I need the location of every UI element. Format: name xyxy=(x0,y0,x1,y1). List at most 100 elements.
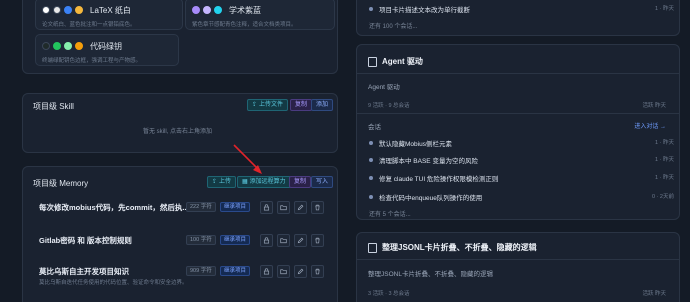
agent-meta: 9 活跃 · 9 总会话 xyxy=(368,103,410,109)
json-card-description: 整理JSONL卡片折叠、不折叠、隐藏的逻辑 xyxy=(368,271,493,278)
lock-button[interactable] xyxy=(260,234,273,247)
compute-icon: ▦ xyxy=(242,179,248,185)
upload-button[interactable]: ⇪ 上传 xyxy=(207,176,237,188)
memory-item-title: 莫比乌斯自主开发项目知识 xyxy=(39,267,129,276)
json-card-meta-right: 活跃 昨天 xyxy=(642,291,666,297)
edit-icon xyxy=(297,237,304,244)
sessions-label: 会话 xyxy=(368,124,381,131)
red-arrow-annotation xyxy=(233,144,262,174)
delete-button[interactable] xyxy=(311,234,324,247)
session-title: 检查代码中enqueue队列操作的使用 xyxy=(379,195,483,202)
session-dot xyxy=(369,141,373,145)
agent-meta-right: 活跃 昨天 xyxy=(642,103,666,109)
color-swatch xyxy=(75,6,83,14)
folder-button[interactable] xyxy=(277,265,290,278)
lock-button[interactable] xyxy=(260,265,273,278)
more-sessions[interactable]: 还有 5 个会话... xyxy=(369,209,411,218)
session-time: 0 · 2天前 xyxy=(651,194,674,200)
inherit-project-badge: 继承项目 xyxy=(220,235,251,245)
lock-icon xyxy=(263,204,270,211)
theme-card-code-green[interactable]: 代码绿钥 终端绿配钥色边框，强调工程与产物感。 xyxy=(35,34,179,66)
history-panel: 项目卡片描述文本改为单行截断 1 · 昨天 还有 100 个会话... xyxy=(356,0,680,36)
session-dot xyxy=(369,158,373,162)
session-item[interactable]: 项目卡片描述文本改为单行截断 1 · 昨天 xyxy=(369,4,674,16)
memory-panel: 项目级 Memory ⇪ 上传 ▦ 添加远程算力 复制 写入 每次修改mobius代… xyxy=(22,144,338,302)
session-item[interactable]: 默认隐藏Mobius侧栏元素 1 · 昨天 xyxy=(369,138,674,150)
session-time: 1 · 昨天 xyxy=(655,6,674,12)
write-button[interactable]: 写入 xyxy=(311,176,334,188)
agent-description: Agent 驱动 xyxy=(368,84,400,91)
color-swatch xyxy=(42,6,50,14)
delete-button[interactable] xyxy=(311,265,324,278)
char-count-badge: 100 字符 xyxy=(186,235,216,245)
color-swatch xyxy=(75,42,83,50)
theme-panel: LaTeX 纸白 论文纸白、蓝色批注和一点银铅底色。 学术紫蓝 紫色章节感配青色… xyxy=(22,0,338,74)
session-time: 1 · 昨天 xyxy=(655,175,674,181)
edit-button[interactable] xyxy=(294,234,307,247)
edit-icon xyxy=(297,268,304,275)
theme-card-latex[interactable]: LaTeX 纸白 论文纸白、蓝色批注和一点银铅底色。 xyxy=(35,0,183,30)
theme-card-academic[interactable]: 学术紫蓝 紫色章节感配青色注释，适合文档类项目。 xyxy=(185,0,335,30)
delete-icon xyxy=(315,237,320,244)
folder-icon xyxy=(280,269,287,275)
memory-item-description: 莫比乌斯自迭代任务使用的代码位置、验证命令和安全边界。 xyxy=(39,280,188,286)
copy-button[interactable]: 复制 xyxy=(290,99,313,111)
color-swatch xyxy=(53,42,61,50)
document-icon xyxy=(368,243,377,253)
session-dot xyxy=(369,176,373,180)
color-swatch xyxy=(214,6,222,14)
theme-description: 紫色章节感配青色注释，适合文档类项目。 xyxy=(192,22,297,28)
theme-name: LaTeX 纸白 xyxy=(90,5,131,15)
document-icon xyxy=(368,57,377,67)
folder-icon xyxy=(280,238,287,244)
edit-button[interactable] xyxy=(294,265,307,278)
upload-file-button[interactable]: ⇪ 上传文件 xyxy=(247,99,289,111)
session-title: 项目卡片描述文本改为单行截断 xyxy=(379,7,470,14)
add-remote-compute-button[interactable]: ▦ 添加远程算力 xyxy=(237,176,291,188)
session-title: 修复 claude TUI 危险操作权限模检测正则 xyxy=(379,176,499,183)
memory-item-title: 每次修改mobius代码，先commit，然后执... xyxy=(39,203,187,212)
color-swatch xyxy=(192,6,200,14)
color-swatch xyxy=(64,6,72,14)
lock-button[interactable] xyxy=(260,201,273,214)
folder-button[interactable] xyxy=(277,234,290,247)
session-time: 1 · 昨天 xyxy=(655,157,674,163)
folder-icon xyxy=(280,205,287,211)
more-sessions[interactable]: 还有 100 个会话... xyxy=(369,21,417,30)
session-item[interactable]: 清理脚本中 BASE 变量为空的风险 1 · 昨天 xyxy=(369,155,674,167)
copy-button[interactable]: 复制 xyxy=(289,176,312,188)
edit-button[interactable] xyxy=(294,201,307,214)
json-card-title: 整理JSONL卡片折叠、不折叠、隐藏的逻辑 xyxy=(382,243,537,252)
session-title: 清理脚本中 BASE 变量为空的风险 xyxy=(379,158,478,165)
memory-item-title: Gitlab密码 和 版本控制规则 xyxy=(39,236,132,245)
add-skill-button[interactable]: 添加 xyxy=(311,99,334,111)
theme-description: 论文纸白、蓝色批注和一点银铅底色。 xyxy=(42,22,136,28)
memory-title: 项目级 Memory xyxy=(33,179,89,188)
session-dot xyxy=(369,195,373,199)
upload-icon: ⇪ xyxy=(252,102,258,108)
divider xyxy=(357,73,679,74)
delete-icon xyxy=(315,268,320,275)
divider xyxy=(357,113,679,114)
inherit-project-badge: 继承项目 xyxy=(220,266,251,276)
skill-empty-text: 暂无 skill, 点击右上角添加 xyxy=(143,129,213,135)
agent-title: Agent 驱动 xyxy=(382,57,423,66)
json-card-meta: 3 活跃 · 3 总会话 xyxy=(368,291,410,297)
color-swatch xyxy=(42,42,50,50)
theme-description: 终端绿配钥色边框，强调工程与产物感。 xyxy=(42,58,142,64)
session-title: 默认隐藏Mobius侧栏元素 xyxy=(379,141,452,148)
lock-icon xyxy=(263,237,270,244)
folder-button[interactable] xyxy=(277,201,290,214)
char-count-badge: 909 字符 xyxy=(186,266,216,276)
session-item[interactable]: 检查代码中enqueue队列操作的使用 0 · 2天前 xyxy=(369,192,674,204)
session-item[interactable]: 修复 claude TUI 危险操作权限模检测正则 1 · 昨天 xyxy=(369,173,674,185)
delete-button[interactable] xyxy=(311,201,324,214)
skill-panel: 项目级 Skill ⇪ 上传文件 复制 添加 暂无 skill, 点击右上角添加 xyxy=(22,93,338,153)
theme-name: 学术紫蓝 xyxy=(229,5,261,15)
upload-icon: ⇪ xyxy=(212,179,218,185)
divider xyxy=(357,259,679,260)
inherit-project-badge: 继承项目 xyxy=(220,202,251,212)
skill-title: 项目级 Skill xyxy=(33,102,74,111)
enter-chat-link[interactable]: 进入对话 → xyxy=(634,121,666,130)
char-count-badge: 222 字符 xyxy=(186,202,216,212)
